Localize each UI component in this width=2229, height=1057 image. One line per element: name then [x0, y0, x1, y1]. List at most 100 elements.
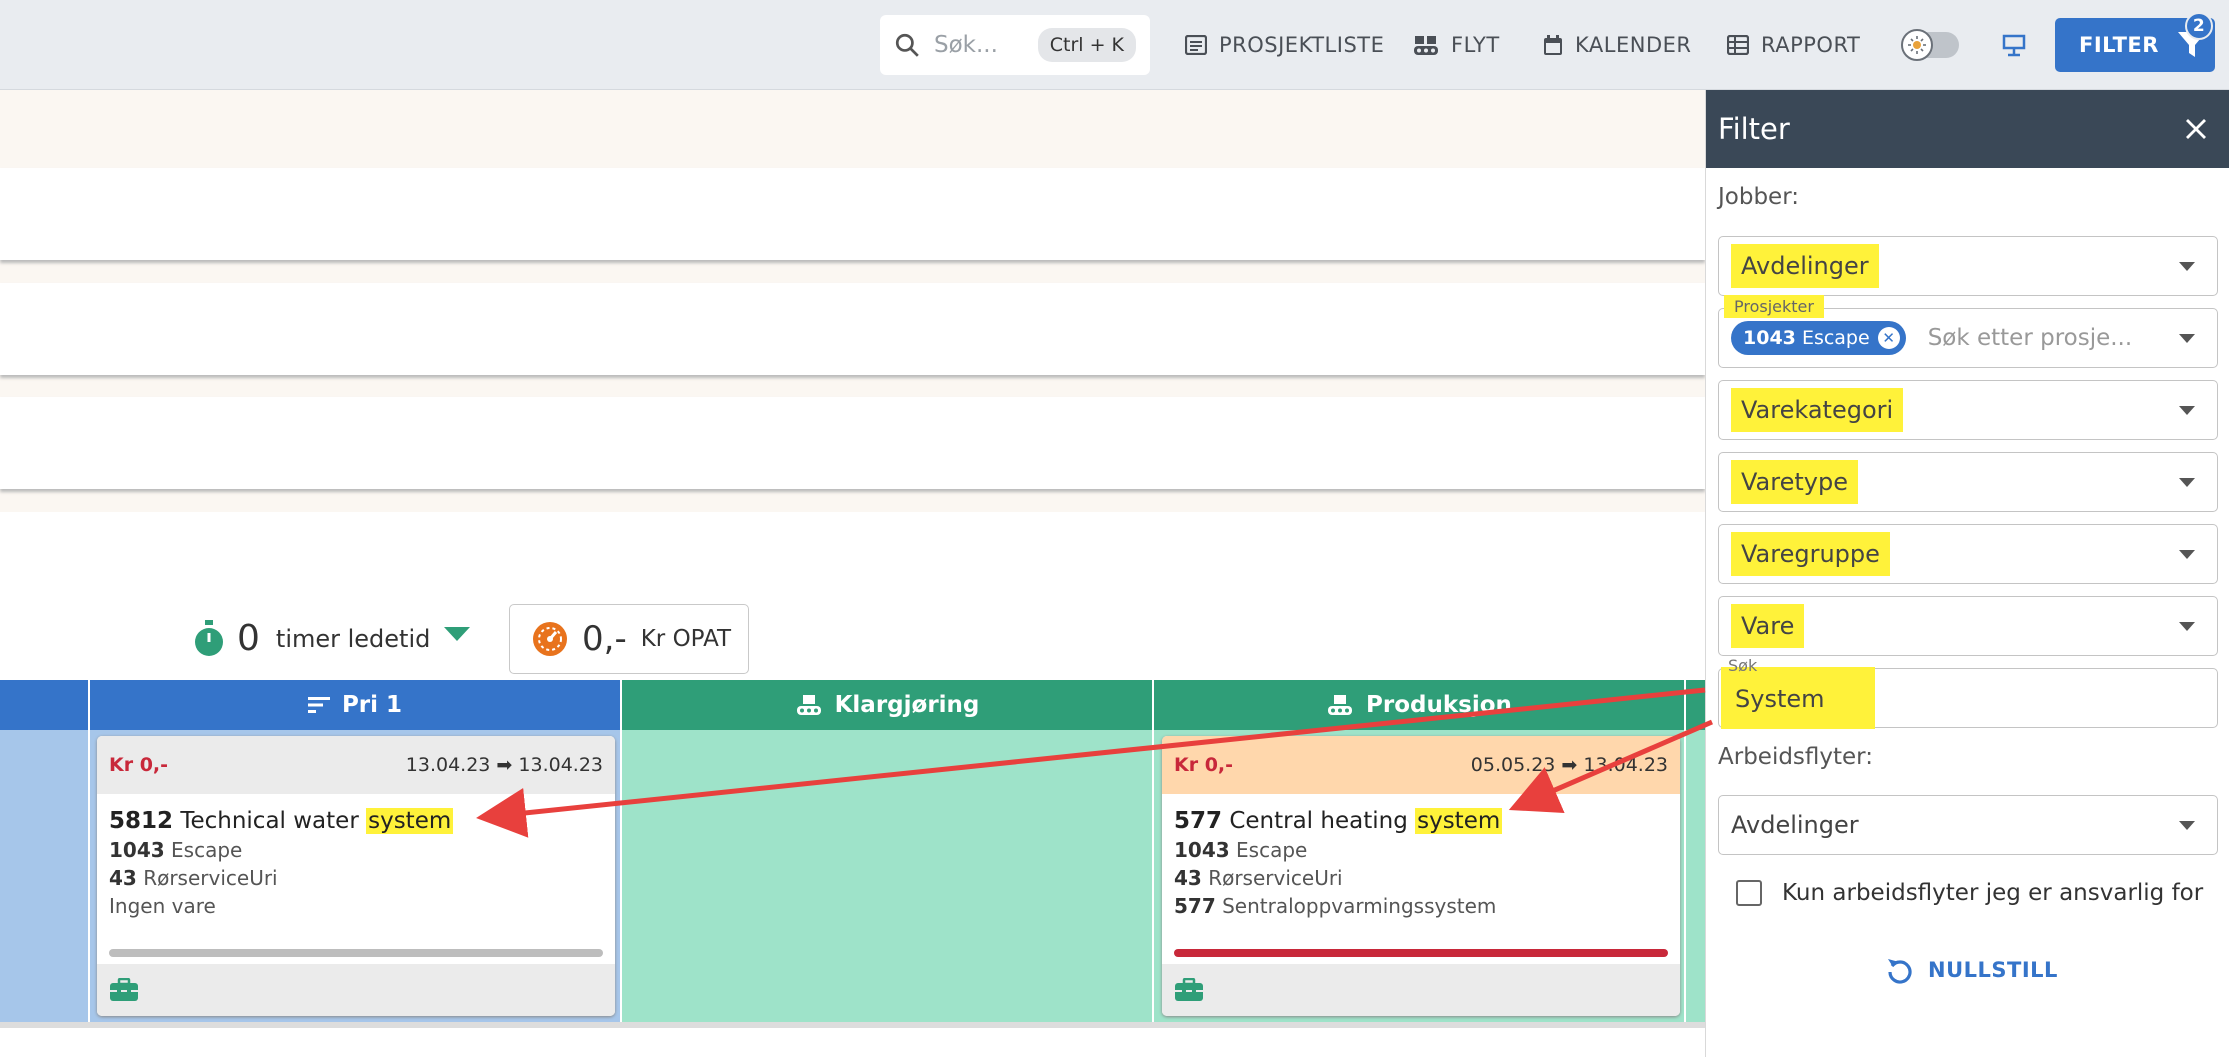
nav-prosjektliste[interactable]: PROSJEKTLISTE: [1185, 26, 1384, 64]
workflow-avdelinger-select[interactable]: Avdelinger: [1718, 795, 2218, 855]
select-value: Varekategori: [1731, 388, 1904, 432]
nav-label: KALENDER: [1575, 33, 1692, 57]
job-item: 577 Sentraloppvarmingssystem: [1174, 894, 1497, 918]
chip-remove-icon[interactable]: ✕: [1877, 327, 1900, 349]
job-number: 5812: [109, 808, 174, 834]
job-customer: 43 RørserviceUri: [109, 866, 278, 890]
close-icon[interactable]: [2185, 118, 2207, 140]
job-title-text: Central heating: [1229, 808, 1408, 834]
job-card-footer: [1162, 964, 1680, 1016]
jobs-section-label: Jobber:: [1718, 184, 1800, 210]
responsible-only-checkbox[interactable]: [1736, 880, 1762, 906]
project-chip: 1043 Escape ✕: [1731, 321, 1906, 355]
job-title-text: Technical water: [180, 808, 359, 834]
job-progress-bar: [1174, 949, 1668, 957]
list-card-icon: [1185, 35, 1207, 55]
job-price: Kr 0,-: [1174, 754, 1234, 776]
nav-label: FLYT: [1451, 33, 1500, 57]
select-value: Varegruppe: [1731, 532, 1890, 576]
gauge-icon: [533, 622, 567, 656]
conveyor-icon: [1328, 695, 1353, 715]
conveyor-icon: [1414, 36, 1438, 55]
job-dates: 13.04.23 ➡ 13.04.23: [405, 754, 603, 776]
job-progress-bar: [109, 949, 603, 957]
column-title: Klargjøring: [834, 692, 980, 718]
search-icon: [895, 33, 919, 57]
sort-icon: [307, 697, 330, 713]
presentation-icon[interactable]: [2002, 33, 2026, 57]
column-title: Produksjon: [1366, 692, 1512, 718]
sok-input[interactable]: System: [1718, 667, 2218, 729]
column-title: Pri 1: [341, 692, 403, 718]
job-card[interactable]: Kr 0,- 05.05.23 ➡ 13.04.23 577 Central h…: [1162, 736, 1680, 1016]
caret-down-icon[interactable]: [444, 626, 471, 643]
board-row: [0, 397, 1705, 489]
job-item: Ingen vare: [109, 894, 216, 918]
sun-icon: [1908, 36, 1926, 54]
filter-panel-header: Filter: [1706, 90, 2229, 168]
sok-value: System: [1721, 667, 1875, 729]
nav-kalender[interactable]: KALENDER: [1543, 26, 1691, 64]
reset-button[interactable]: NULLSTILL: [1886, 956, 2058, 984]
chevron-down-icon: [2179, 550, 2195, 559]
search-highlight: system: [1415, 808, 1503, 834]
job-title: 5812 Technical water system: [97, 794, 615, 834]
column-body-previous: [0, 730, 88, 1022]
board-footer: [0, 1028, 1705, 1057]
vare-select[interactable]: Vare: [1718, 596, 2218, 656]
job-card-header: Kr 0,- 13.04.23 ➡ 13.04.23: [97, 736, 615, 794]
select-value: Varetype: [1731, 460, 1858, 504]
nav-rapport[interactable]: RAPPORT: [1727, 26, 1860, 64]
select-value: Avdelinger: [1731, 244, 1879, 288]
nav-flyt[interactable]: FLYT: [1413, 26, 1500, 64]
chevron-down-icon: [2179, 262, 2195, 271]
column-header-previous: [0, 680, 88, 730]
stopwatch-icon: [195, 619, 223, 656]
varetype-select[interactable]: Varetype: [1718, 452, 2218, 512]
search-highlight: system: [366, 808, 454, 834]
job-project: 1043 Escape: [109, 838, 243, 862]
chevron-down-icon: [2179, 622, 2195, 631]
varekategori-select[interactable]: Varekategori: [1718, 380, 2218, 440]
job-title: 577 Central heating system: [1162, 794, 1680, 834]
nav-label: RAPPORT: [1761, 33, 1861, 57]
calendar-icon: [1544, 35, 1562, 55]
workflows-section-label: Arbeidsflyter:: [1718, 744, 1873, 770]
board-row: [0, 283, 1705, 375]
board-row: [0, 168, 1705, 260]
filter-count-badge: 2: [2185, 12, 2213, 40]
responsible-only-checkbox-row[interactable]: Kun arbeidsflyter jeg er ansvarlig for: [1736, 880, 2203, 906]
filter-button-label: FILTER: [2079, 33, 2159, 57]
lead-time-metric: 0 timer ledetid: [193, 618, 471, 659]
column-header-produksjon[interactable]: Produksjon: [1154, 680, 1684, 730]
search-shortcut: Ctrl + K: [1037, 28, 1136, 62]
lead-time-value: 0: [237, 618, 260, 659]
filter-button[interactable]: FILTER 2: [2055, 12, 2215, 72]
toolbox-icon[interactable]: [1174, 978, 1204, 1002]
theme-toggle[interactable]: [1901, 29, 1959, 61]
opat-value: 0,-: [582, 619, 627, 659]
chevron-down-icon: [2179, 406, 2195, 415]
chevron-down-icon: [2179, 334, 2195, 343]
column-header-next: [1686, 680, 1705, 730]
avdelinger-select[interactable]: Avdelinger: [1718, 236, 2218, 296]
global-search[interactable]: Søk... Ctrl + K: [880, 15, 1150, 75]
job-dates: 05.05.23 ➡ 13.04.23: [1470, 754, 1668, 776]
varegruppe-select[interactable]: Varegruppe: [1718, 524, 2218, 584]
nav-label: PROSJEKTLISTE: [1219, 33, 1385, 57]
column-body-next: [1686, 730, 1705, 1022]
sok-label: Søk: [1728, 656, 1758, 675]
column-header-pri1[interactable]: Pri 1: [90, 680, 620, 730]
job-card[interactable]: Kr 0,- 13.04.23 ➡ 13.04.23 5812 Technica…: [97, 736, 615, 1016]
column-header-klargjoring[interactable]: Klargjøring: [622, 680, 1152, 730]
top-bar: Søk... Ctrl + K PROSJEKTLISTE FLYT KALEN…: [0, 0, 2229, 90]
search-placeholder: Søk...: [934, 32, 998, 58]
job-card-header: Kr 0,- 05.05.23 ➡ 13.04.23: [1162, 736, 1680, 794]
select-value: Vare: [1731, 604, 1805, 648]
undo-icon: [1888, 959, 1912, 984]
toolbox-icon[interactable]: [109, 978, 139, 1002]
job-project: 1043 Escape: [1174, 838, 1308, 862]
column-body-klargjoring: [622, 730, 1152, 1022]
lead-time-label: timer ledetid: [275, 624, 431, 653]
job-price: Kr 0,-: [109, 754, 169, 776]
